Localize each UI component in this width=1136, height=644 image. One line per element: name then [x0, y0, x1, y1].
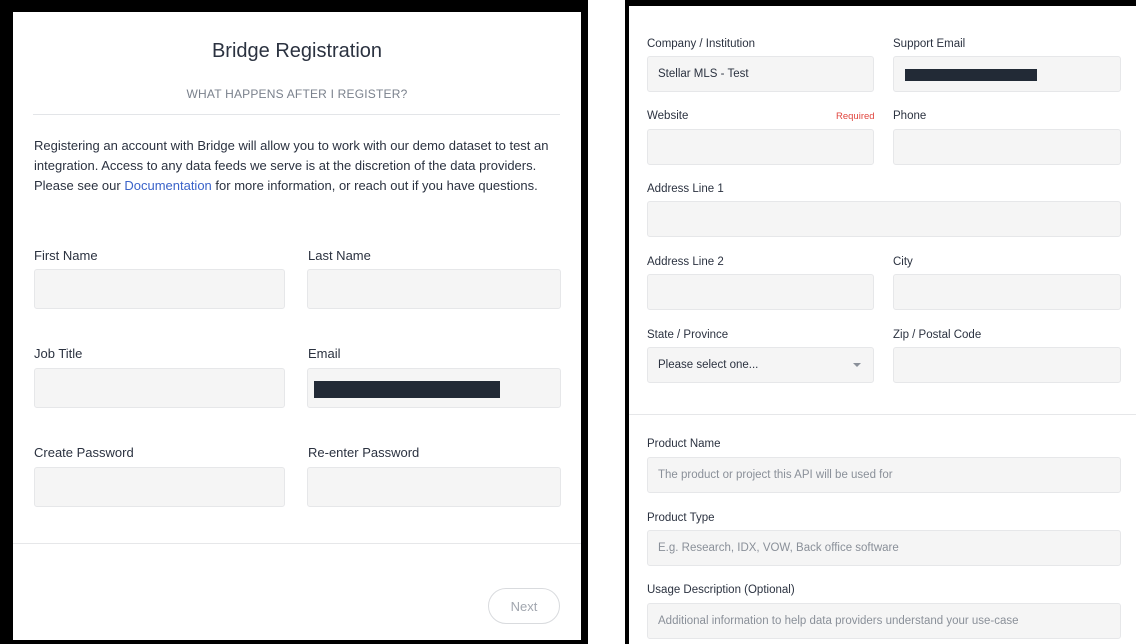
address-line-2-field[interactable]	[647, 274, 874, 310]
email-label: Email	[308, 346, 341, 361]
last-name-field[interactable]	[307, 269, 561, 309]
documentation-link[interactable]: Documentation	[124, 178, 211, 193]
product-name-field[interactable]: The product or project this API will be …	[647, 457, 1121, 493]
first-name-field[interactable]	[34, 269, 285, 309]
city-label: City	[893, 256, 913, 268]
chevron-down-icon	[853, 363, 861, 367]
address-line-1-label: Address Line 1	[647, 183, 724, 195]
address-line-2-label: Address Line 2	[647, 256, 724, 268]
reenter-password-field[interactable]	[307, 467, 561, 507]
divider	[33, 114, 560, 115]
create-password-label: Create Password	[34, 445, 134, 460]
first-name-label: First Name	[34, 248, 98, 263]
redacted-email	[314, 381, 500, 398]
intro-text-end: for more information, or reach out if yo…	[211, 178, 538, 193]
job-title-label: Job Title	[34, 346, 83, 361]
address-line-1-field[interactable]	[647, 201, 1121, 237]
company-label: Company / Institution	[647, 38, 756, 50]
email-field[interactable]	[307, 368, 561, 408]
create-password-field[interactable]	[34, 467, 285, 507]
next-button[interactable]: Next	[488, 588, 560, 624]
usage-description-label: Usage Description (Optional)	[647, 584, 795, 596]
website-label: Website	[647, 110, 689, 122]
city-field[interactable]	[893, 274, 1121, 310]
page-title: Bridge Registration	[211, 40, 383, 62]
product-name-label: Product Name	[647, 438, 721, 450]
usage-description-field[interactable]: Additional information to help data prov…	[647, 603, 1121, 639]
zip-field[interactable]	[893, 347, 1121, 383]
support-email-label: Support Email	[893, 38, 966, 50]
section-divider	[629, 414, 1136, 415]
reenter-password-label: Re-enter Password	[308, 445, 420, 460]
required-indicator: Required	[836, 111, 875, 122]
zip-label: Zip / Postal Code	[893, 329, 982, 341]
company-field[interactable]: Stellar MLS - Test	[647, 56, 874, 92]
website-field[interactable]	[647, 129, 874, 165]
phone-field[interactable]	[893, 129, 1121, 165]
intro-text: Registering an account with Bridge will …	[34, 136, 554, 196]
panel-border-left	[625, 0, 629, 644]
last-name-label: Last Name	[308, 248, 371, 263]
footer-divider	[13, 543, 581, 544]
registration-panel: Bridge Registration WHAT HAPPENS AFTER I…	[13, 12, 581, 640]
panel-border-top	[625, 0, 1136, 6]
registration-panel-frame: Bridge Registration WHAT HAPPENS AFTER I…	[0, 0, 588, 644]
state-select-value: Please select one...	[658, 359, 759, 371]
what-happens-link[interactable]: WHAT HAPPENS AFTER I REGISTER?	[13, 87, 581, 101]
redacted-support-email	[905, 69, 1037, 81]
job-title-field[interactable]	[34, 368, 285, 408]
product-type-field[interactable]: E.g. Research, IDX, VOW, Back office sof…	[647, 530, 1121, 566]
state-label: State / Province	[647, 329, 729, 341]
state-select[interactable]: Please select one...	[647, 347, 874, 383]
phone-label: Phone	[893, 110, 927, 122]
product-type-label: Product Type	[647, 512, 715, 524]
support-email-field[interactable]	[893, 56, 1121, 92]
